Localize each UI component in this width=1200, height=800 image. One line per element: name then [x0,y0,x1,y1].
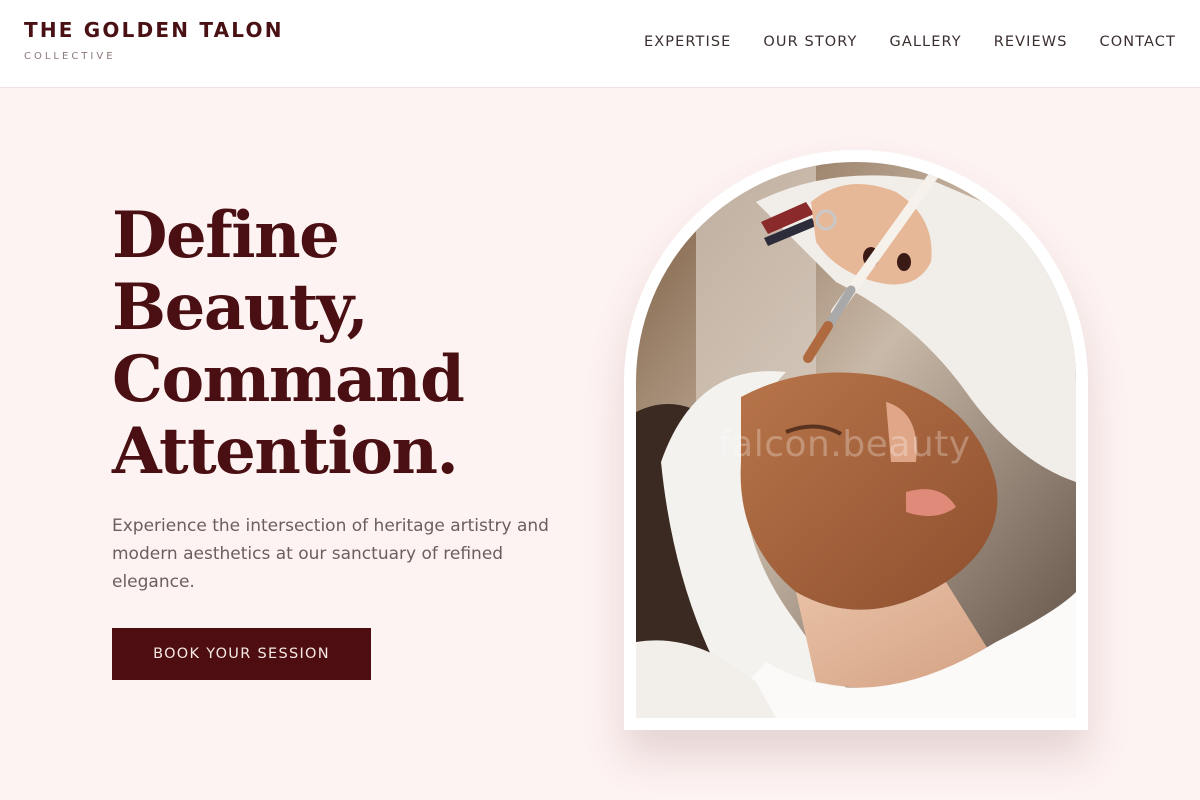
nav-item-gallery[interactable]: GALLERY [890,32,962,52]
brand-subtitle: COLLECTIVE [24,51,116,62]
hero-title-line: Beauty, [112,270,369,345]
brand-title: THE GOLDEN TALON [24,18,284,42]
main-nav: EXPERTISE OUR STORY GALLERY REVIEWS CONT… [612,32,1176,52]
hero-title: Define Beauty, Command Attention. [112,200,592,488]
hero-title-line: Command [112,342,465,417]
image-watermark: falcon.beauty [718,424,971,465]
hero-title-line: Define [112,198,340,273]
nav-item-reviews[interactable]: REVIEWS [994,32,1068,52]
hero-image-frame: falcon.beauty [624,150,1088,730]
site-header: THE GOLDEN TALON COLLECTIVE EXPERTISE OU… [0,0,1200,88]
facial-treatment-photo: falcon.beauty [636,162,1076,718]
book-session-button[interactable]: BOOK YOUR SESSION [112,628,371,680]
hero-title-line: Attention. [112,414,459,489]
nav-item-expertise[interactable]: EXPERTISE [644,32,731,52]
nav-item-contact[interactable]: CONTACT [1100,32,1176,52]
brand-logo[interactable]: THE GOLDEN TALON COLLECTIVE [24,18,284,63]
nav-item-our-story[interactable]: OUR STORY [763,32,857,52]
hero-subtitle: Experience the intersection of heritage … [112,516,549,592]
